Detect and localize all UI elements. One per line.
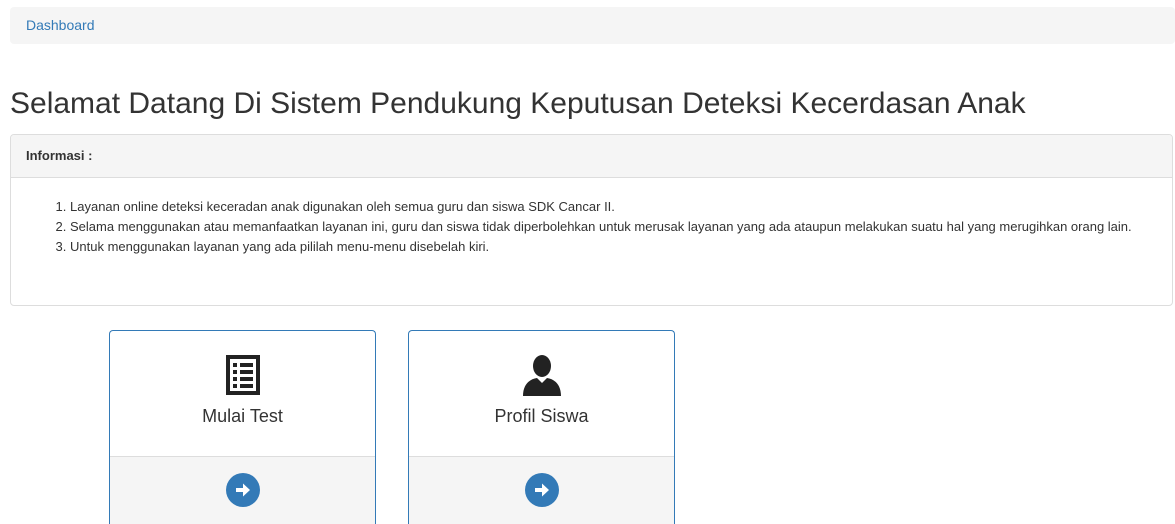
tile-profil-siswa[interactable]: Profil Siswa — [408, 330, 675, 524]
go-button[interactable] — [225, 473, 260, 507]
info-panel-heading: Informasi : — [11, 135, 1172, 178]
tile-label: Mulai Test — [202, 406, 283, 426]
tile-mulai-test[interactable]: Mulai Test — [109, 330, 376, 524]
tile-label: Profil Siswa — [494, 406, 589, 426]
page-title: Selamat Datang Di Sistem Pendukung Keput… — [10, 87, 1026, 120]
info-list-item: Selama menggunakan atau memanfaatkan lay… — [70, 217, 1152, 237]
go-button[interactable] — [524, 473, 559, 507]
breadcrumb-dashboard-link[interactable]: Dashboard — [26, 17, 95, 33]
info-list-item: Untuk menggunakan layanan yang ada pilil… — [70, 237, 1152, 257]
user-icon — [519, 331, 565, 398]
breadcrumb: Dashboard — [10, 7, 1175, 44]
info-list-item: Layanan online deteksi keceradan anak di… — [70, 197, 1152, 217]
list-icon — [220, 331, 266, 398]
info-panel: Informasi : Layanan online deteksi kecer… — [10, 134, 1173, 306]
tile-body: Mulai Test — [110, 331, 375, 457]
tile-footer — [110, 457, 375, 524]
tile-body: Profil Siswa — [409, 331, 674, 457]
tile-footer — [409, 457, 674, 524]
info-list: Layanan online deteksi keceradan anak di… — [11, 178, 1172, 257]
